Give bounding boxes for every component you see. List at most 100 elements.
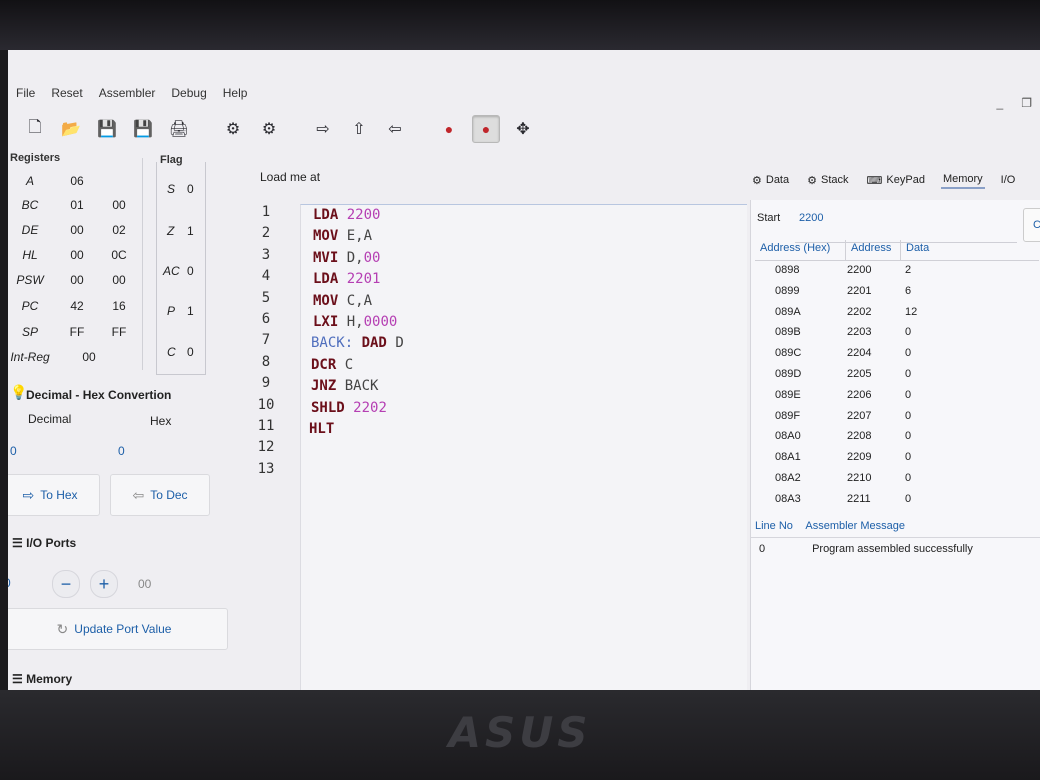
menu-assembler[interactable]: Assembler [99,86,156,100]
code-number: 2201 [346,271,381,287]
table-row[interactable]: 08A1 2209 0 [755,451,1039,472]
table-row[interactable]: 089C 2204 0 [755,347,1039,368]
data-cell[interactable]: 0 [905,326,935,338]
port-value[interactable]: 00 [138,577,151,591]
table-row[interactable]: 08A0 2208 0 [755,430,1039,451]
decrement-button[interactable]: − [52,570,80,598]
restore-icon[interactable]: ❐ [1021,96,1032,110]
register-value-high[interactable]: 00 [60,223,94,237]
table-row[interactable]: 0899 2201 6 [755,285,1039,306]
flag-panel: S 0 Z 1 AC 0 P 1 C 0 [156,162,206,375]
code-line[interactable]: LXI H,0000 [313,314,397,335]
flag-value[interactable]: 0 [187,264,194,278]
menu-debug[interactable]: Debug [171,86,206,100]
table-row[interactable]: 089B 2203 0 [755,326,1039,347]
register-value-low[interactable]: 16 [102,299,136,313]
code-line[interactable]: MVI D,00 [313,250,380,271]
step-over-icon[interactable]: ⇧ [346,116,372,142]
code-line[interactable]: HLT [309,421,334,442]
code-line[interactable]: DCR C [311,357,353,378]
table-row[interactable]: 08A2 2210 0 [755,472,1039,493]
update-port-button[interactable]: ↻ Update Port Value [8,608,228,650]
register-value-low[interactable]: 0C [102,248,136,262]
register-value-high[interactable]: 00 [60,273,94,287]
save-as-icon[interactable]: 💾 [130,116,156,142]
decimal-input[interactable]: 0 [10,444,17,458]
open-folder-icon[interactable]: 📂 [58,116,84,142]
data-cell[interactable]: 0 [905,389,935,401]
record-icon[interactable]: ● [472,115,500,143]
data-cell[interactable]: 6 [905,285,935,297]
data-cell[interactable]: 0 [905,347,935,359]
tab-data[interactable]: ⚙ Data [750,172,791,189]
message-row[interactable]: 0 Program assembled successfully [759,543,973,555]
menu-help[interactable]: Help [223,86,248,100]
flag-value[interactable]: 1 [187,224,194,238]
tab-memory[interactable]: Memory [940,171,985,189]
flag-value[interactable]: 0 [187,345,194,359]
register-value-high[interactable]: 42 [60,299,94,313]
table-row[interactable]: 089E 2206 0 [755,389,1039,410]
column-header: Data [906,242,930,254]
code-editor[interactable]: LDA 2200 MOV E,A MVI D,00 LDA 2201 MOV C… [300,204,747,690]
flag-value[interactable]: 1 [187,304,194,318]
print-icon[interactable]: 🖨 [166,116,192,142]
register-value-high[interactable]: 00 [60,248,94,262]
fullscreen-icon[interactable]: ✥ [510,116,536,142]
tab-keypad[interactable]: ⌨ KeyPad [865,172,927,189]
code-line[interactable]: BACK: DAD D [311,335,404,356]
hex-input[interactable]: 0 [118,444,125,458]
to-dec-button[interactable]: ⇦ To Dec [110,474,210,516]
table-row[interactable]: 089F 2207 0 [755,410,1039,431]
tab-io[interactable]: I/O [999,172,1018,188]
register-value-high[interactable]: 01 [60,198,94,212]
table-row[interactable]: 08A3 2211 0 [755,493,1039,514]
start-address-input[interactable]: 2200 [799,212,823,224]
register-value-high[interactable]: 06 [60,174,94,188]
data-cell[interactable]: 2 [905,264,935,276]
register-row: PSW 00 00 [8,273,142,293]
table-row[interactable]: 0898 2200 2 [755,264,1039,285]
to-hex-button[interactable]: ⇨ To Hex [8,474,100,516]
port-number[interactable]: 0 [8,576,11,590]
menu-file[interactable]: File [16,86,35,100]
message-header: Line No Assembler Message [755,520,915,532]
code-line[interactable]: LDA 2201 [313,271,380,292]
hex-address-cell: 089F [775,409,801,422]
table-row[interactable]: 089A 2202 12 [755,306,1039,327]
go-button[interactable]: C [1023,208,1040,242]
code-line[interactable]: SHLD 2202 [311,400,387,421]
step-forward-icon[interactable]: ⇨ [310,116,336,142]
register-value-low[interactable]: 02 [102,223,136,237]
data-cell[interactable]: 0 [905,368,935,380]
data-cell[interactable]: 0 [905,410,935,422]
data-cell[interactable]: 0 [905,472,935,484]
data-cell[interactable]: 0 [905,430,935,442]
register-value[interactable]: 00 [72,350,106,364]
data-cell[interactable]: 12 [905,306,935,318]
code-line[interactable]: LDA 2200 [313,207,380,228]
register-value-low[interactable]: FF [102,325,136,339]
tab-stack[interactable]: ⚙ Stack [805,172,850,189]
assemble-icon[interactable]: ⚙ [220,116,246,142]
data-cell[interactable]: 0 [905,493,935,505]
breakpoint-icon[interactable]: ● [436,116,462,142]
code-label: BACK: [311,335,362,351]
register-value-high[interactable]: FF [60,325,94,339]
increment-button[interactable]: + [90,570,118,598]
code-line[interactable]: MOV E,A [313,228,372,249]
new-file-icon[interactable]: 🗋 [22,116,48,142]
code-line[interactable]: JNZ BACK [311,378,378,399]
table-row[interactable]: 089D 2205 0 [755,368,1039,389]
run-icon[interactable]: ⚙ [256,116,282,142]
menu-reset[interactable]: Reset [51,86,82,100]
code-line[interactable]: MOV C,A [313,293,372,314]
register-value-low[interactable]: 00 [102,198,136,212]
address-cell: 2209 [847,451,872,464]
save-icon[interactable]: 💾 [94,116,120,142]
data-cell[interactable]: 0 [905,451,935,463]
minimize-icon[interactable]: _ [997,96,1004,110]
step-back-icon[interactable]: ⇦ [382,116,408,142]
register-value-low[interactable]: 00 [102,273,136,287]
flag-value[interactable]: 0 [187,182,194,196]
